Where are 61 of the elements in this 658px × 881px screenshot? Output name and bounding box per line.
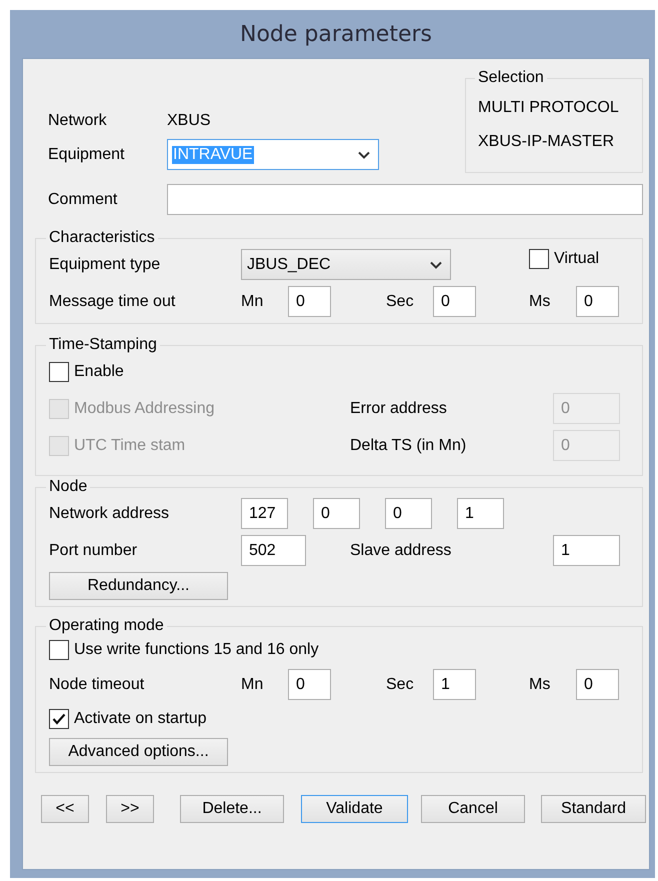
address-input[interactable]: 127 [241, 498, 288, 529]
time-input[interactable]: 0 [576, 286, 619, 317]
unit-label: Mn [241, 292, 264, 310]
group-title: Operating mode [48, 617, 165, 635]
time-input[interactable]: 0 [576, 669, 619, 700]
window-title: Node parameters [240, 22, 432, 46]
time-input[interactable]: 1 [433, 669, 476, 700]
unit-label: Sec [386, 292, 415, 310]
slave-address-input[interactable]: 1 [553, 535, 620, 566]
field-label: Network [48, 112, 108, 130]
group-title: Node [48, 478, 88, 496]
dialog-button[interactable]: << [41, 795, 89, 823]
field-label: Port number [49, 542, 138, 560]
dialog-button[interactable]: >> [106, 795, 154, 823]
group-title: Characteristics [48, 229, 156, 247]
checkbox-label: Activate on startup [74, 710, 207, 728]
advanced-options-button[interactable]: Advanced options... [49, 738, 228, 766]
checkbox[interactable] [529, 249, 549, 269]
field-label: Error address [350, 400, 448, 418]
field-label: Message time out [49, 292, 176, 310]
selection-text: XBUS-IP-MASTER [478, 133, 616, 151]
dialog-button[interactable]: Cancel [421, 795, 525, 823]
dialog-button[interactable]: Standard [541, 795, 646, 823]
group-title: Time-Stamping [48, 336, 158, 354]
field-label: Node timeout [49, 676, 146, 694]
dialog-button[interactable]: Delete... [180, 795, 284, 823]
unit-label: Sec [386, 676, 415, 694]
equipment-type-dropdown[interactable]: JBUS_DEC [241, 249, 451, 280]
time-input[interactable]: 0 [288, 669, 331, 700]
unit-label: Mn [241, 676, 264, 694]
field-label: Equipment type [49, 256, 162, 274]
field-label: Equipment [48, 146, 126, 164]
redundancy-button[interactable]: Redundancy... [49, 572, 228, 600]
address-input[interactable]: 1 [457, 498, 504, 529]
checkmark-icon [52, 713, 66, 725]
time-input[interactable]: 0 [433, 286, 476, 317]
checkbox-label: Enable [74, 362, 124, 380]
checkbox-label: UTC Time stam [74, 436, 186, 454]
checkbox[interactable] [49, 640, 69, 660]
checkbox[interactable] [49, 709, 69, 729]
comment-input[interactable] [167, 184, 643, 215]
address-input[interactable]: 0 [313, 498, 360, 529]
field-label: Comment [48, 190, 118, 208]
group-title: Selection [477, 69, 545, 87]
chevron-down-icon [430, 260, 442, 268]
unit-label: Ms [529, 676, 552, 694]
address-input[interactable]: 0 [385, 498, 432, 529]
chevron-down-icon [358, 150, 370, 158]
selection-text: MULTI PROTOCOL [478, 99, 620, 117]
port-input[interactable]: 502 [241, 535, 306, 566]
field-label: Network address [49, 504, 170, 522]
unit-label: Ms [529, 292, 552, 310]
checkbox-label: Modbus Addressing [74, 400, 215, 418]
network-value: XBUS [167, 112, 211, 130]
checkbox-label: Use write functions 15 and 16 only [74, 641, 319, 659]
time-input[interactable]: 0 [288, 286, 331, 317]
checkbox-label: Virtual [554, 250, 600, 268]
checkbox[interactable] [49, 362, 69, 382]
field-label: Delta TS (in Mn) [350, 436, 468, 454]
dialog-button[interactable]: Validate [301, 795, 408, 823]
field-label: Slave address [350, 542, 452, 560]
